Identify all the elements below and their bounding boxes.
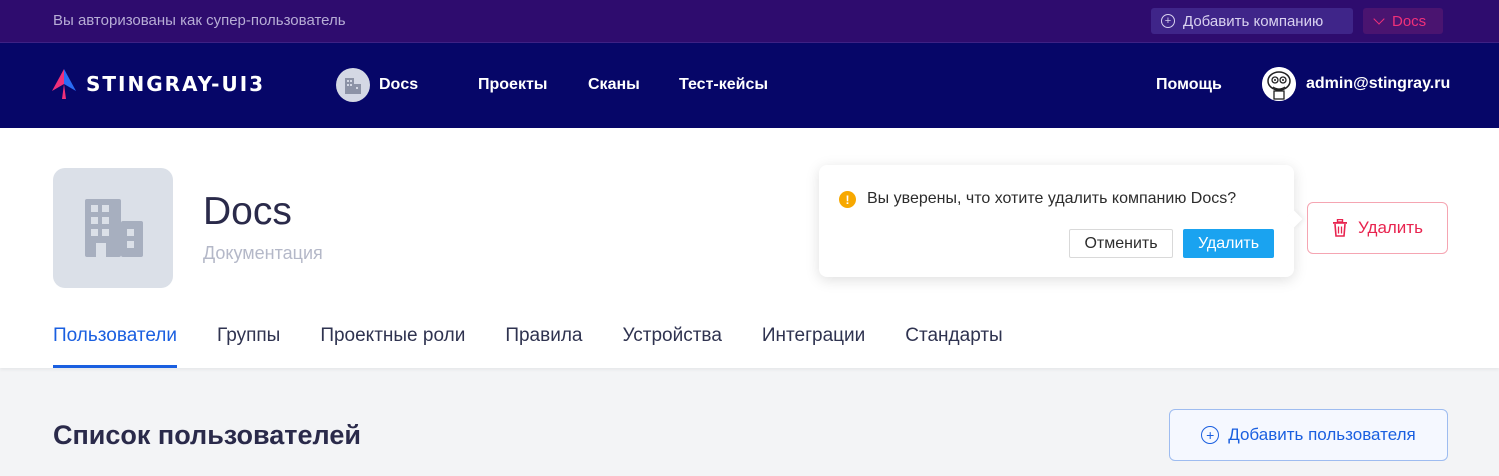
company-logo	[53, 168, 173, 288]
stingray-icon	[52, 69, 76, 99]
building-icon	[85, 199, 143, 257]
company-title: Docs	[203, 190, 292, 233]
user-menu[interactable]: admin@stingray.ru	[1262, 67, 1450, 101]
add-user-label: Добавить пользователя	[1228, 425, 1416, 444]
help-link[interactable]: Помощь	[1156, 76, 1222, 94]
plus-circle-icon: +	[1201, 426, 1220, 444]
delete-confirm-popover: ! Вы уверены, что хотите удалить компани…	[819, 165, 1294, 277]
nav-link-scans[interactable]: Сканы	[588, 76, 640, 94]
users-section-title: Список пользователей	[53, 420, 361, 450]
cancel-button[interactable]: Отменить	[1069, 229, 1173, 258]
add-company-button[interactable]: + Добавить компанию	[1151, 8, 1353, 34]
building-icon	[345, 78, 361, 94]
user-avatar	[1262, 67, 1296, 101]
main-navbar: STINGRAY-UI3 Docs Проекты Сканы Тест-кей…	[0, 43, 1499, 128]
brand-logo[interactable]: STINGRAY-UI3	[52, 69, 265, 99]
superuser-message: Вы авторизованы как супер-пользователь	[53, 12, 346, 29]
confirm-delete-button[interactable]: Удалить	[1183, 229, 1274, 258]
plus-circle-icon: +	[1161, 14, 1175, 28]
tab-project-roles[interactable]: Проектные роли	[320, 325, 465, 368]
tab-standards[interactable]: Стандарты	[905, 325, 1002, 368]
delete-label: Удалить	[1358, 218, 1423, 237]
add-company-label: Добавить компанию	[1183, 12, 1324, 30]
tab-rules[interactable]: Правила	[505, 325, 582, 368]
warning-icon: !	[839, 191, 856, 208]
company-select[interactable]: Docs	[1363, 8, 1443, 34]
cartoon-avatar-icon	[1262, 67, 1296, 101]
tab-groups[interactable]: Группы	[217, 325, 280, 368]
brand-name: STINGRAY-UI3	[86, 72, 266, 96]
company-tabs: Пользователи Группы Проектные роли Прави…	[53, 325, 1043, 368]
confirm-message: Вы уверены, что хотите удалить компанию …	[867, 190, 1237, 207]
nav-link-projects[interactable]: Проекты	[478, 76, 547, 94]
delete-company-button[interactable]: Удалить	[1307, 202, 1448, 254]
trash-icon	[1333, 219, 1348, 237]
admin-bar: Вы авторизованы как супер-пользователь +…	[0, 0, 1499, 43]
company-description: Документация	[203, 243, 323, 263]
chevron-down-icon	[1373, 13, 1385, 25]
add-user-button[interactable]: + Добавить пользователя	[1169, 409, 1448, 461]
tab-users[interactable]: Пользователи	[53, 325, 178, 368]
company-avatar	[336, 68, 370, 102]
company-select-label: Docs	[1392, 12, 1427, 30]
tab-integrations[interactable]: Интеграции	[762, 325, 865, 368]
tab-devices[interactable]: Устройства	[622, 325, 721, 368]
company-name-nav: Docs	[379, 76, 419, 93]
nav-link-test-cases[interactable]: Тест-кейсы	[679, 76, 768, 94]
user-email: admin@stingray.ru	[1306, 75, 1451, 92]
company-switcher[interactable]: Docs	[336, 68, 418, 102]
